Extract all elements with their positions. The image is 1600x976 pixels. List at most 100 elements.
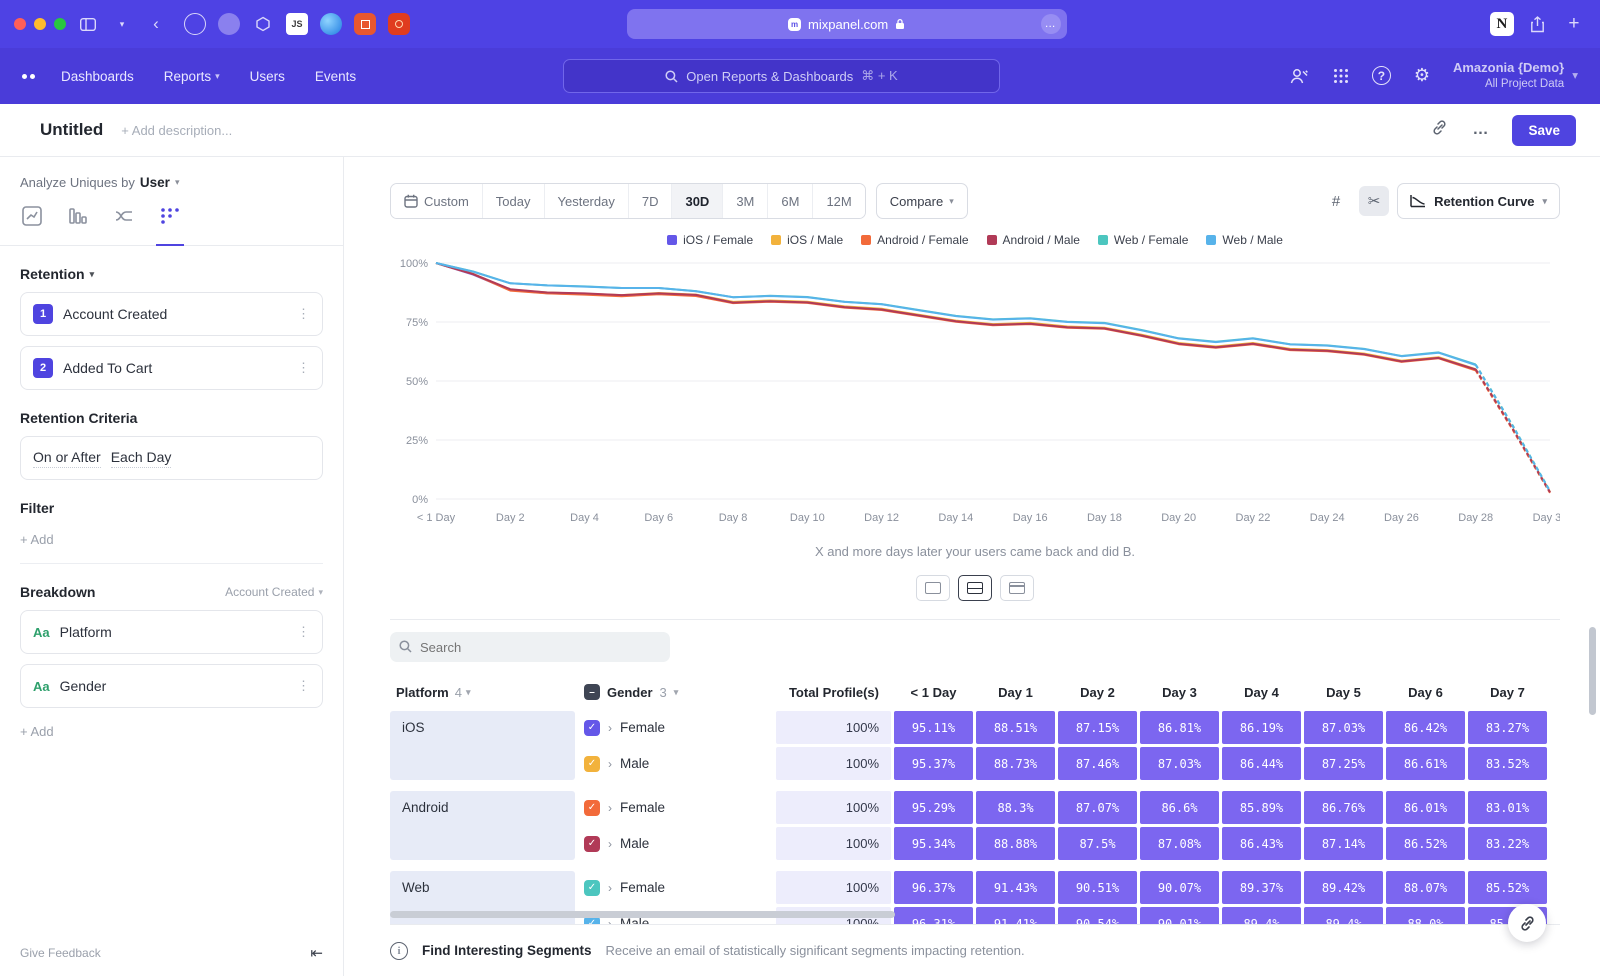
date-range-7d[interactable]: 7D xyxy=(628,184,672,218)
compare-button[interactable]: Compare ▾ xyxy=(876,183,968,219)
horizontal-scrollbar[interactable] xyxy=(390,911,895,918)
retention-value-cell[interactable]: 83.01% xyxy=(1468,791,1547,824)
retention-value-cell[interactable]: 86.76% xyxy=(1304,791,1383,824)
gender-cell[interactable]: ✓›Male xyxy=(578,827,773,860)
legend-item[interactable]: iOS / Female xyxy=(667,233,753,247)
chart-type-dropdown[interactable]: Retention Curve ▾ xyxy=(1397,183,1560,219)
retention-value-cell[interactable]: 90.01% xyxy=(1140,907,1219,924)
more-options-icon[interactable]: … xyxy=(1470,121,1492,139)
hash-icon-button[interactable]: # xyxy=(1321,186,1351,216)
select-all-checkbox[interactable]: – xyxy=(584,684,600,700)
legend-item[interactable]: Android / Female xyxy=(861,233,968,247)
project-switcher[interactable]: Amazonia {Demo} All Project Data ▾ xyxy=(1453,60,1578,92)
retention-value-cell[interactable]: 83.52% xyxy=(1468,747,1547,780)
row-checkbox[interactable]: ✓ xyxy=(584,836,600,852)
contacts-icon[interactable] xyxy=(1288,65,1310,87)
split-view-toggle[interactable] xyxy=(958,575,992,601)
retention-criteria-card[interactable]: On or After Each Day xyxy=(20,436,323,480)
settings-gear-icon[interactable]: ⚙ xyxy=(1411,65,1433,87)
criteria-each-day-dropdown[interactable]: Each Day xyxy=(111,449,172,468)
platform-cell[interactable]: iOS xyxy=(390,711,575,780)
retention-value-cell[interactable]: 87.07% xyxy=(1058,791,1137,824)
retention-value-cell[interactable]: 89.4% xyxy=(1222,907,1301,924)
collapse-sidebar-icon[interactable]: ⇤ xyxy=(310,944,323,962)
share-icon[interactable] xyxy=(1526,12,1550,36)
retention-value-cell[interactable]: 87.03% xyxy=(1140,747,1219,780)
gender-cell[interactable]: ✓›Female xyxy=(578,711,773,744)
browser-sidebar-icon[interactable] xyxy=(76,12,100,36)
retention-value-cell[interactable]: 89.4% xyxy=(1304,907,1383,924)
retention-value-cell[interactable]: 87.5% xyxy=(1058,827,1137,860)
apps-grid-icon[interactable] xyxy=(1330,65,1352,87)
retention-value-cell[interactable]: 86.44% xyxy=(1222,747,1301,780)
vertical-scrollbar[interactable] xyxy=(1589,627,1596,715)
retention-value-cell[interactable]: 90.54% xyxy=(1058,907,1137,924)
retention-value-cell[interactable]: 83.22% xyxy=(1468,827,1547,860)
scissors-icon-button[interactable]: ✂ xyxy=(1359,186,1389,216)
address-bar-more-icon[interactable]: … xyxy=(1041,14,1061,34)
breakdown-gender[interactable]: Aa Gender ⋮ xyxy=(20,664,323,708)
retention-value-cell[interactable]: 87.25% xyxy=(1304,747,1383,780)
retention-value-cell[interactable]: 88.88% xyxy=(976,827,1055,860)
retention-value-cell[interactable]: 95.29% xyxy=(894,791,973,824)
retention-value-cell[interactable]: 88.0% xyxy=(1386,907,1465,924)
platform-cell[interactable]: Android xyxy=(390,791,575,860)
expand-chevron-icon[interactable]: › xyxy=(608,881,612,895)
nav-item-dashboards[interactable]: Dashboards xyxy=(61,69,134,84)
retention-value-cell[interactable]: 85.89% xyxy=(1222,791,1301,824)
retention-value-cell[interactable]: 87.15% xyxy=(1058,711,1137,744)
chart-only-toggle[interactable] xyxy=(916,575,950,601)
row-checkbox[interactable]: ✓ xyxy=(584,720,600,736)
date-range-today[interactable]: Today xyxy=(482,184,544,218)
tab-insights[interactable] xyxy=(22,206,42,233)
tab-flows[interactable] xyxy=(114,206,134,233)
gender-column-header[interactable]: – Gender 3 ▾ xyxy=(578,676,773,708)
retention-value-cell[interactable]: 83.27% xyxy=(1468,711,1547,744)
expand-chevron-icon[interactable]: › xyxy=(608,801,612,815)
kebab-menu-icon[interactable]: ⋮ xyxy=(297,360,310,376)
kebab-menu-icon[interactable]: ⋮ xyxy=(297,624,310,640)
date-range-30d[interactable]: 30D xyxy=(671,184,722,218)
save-button[interactable]: Save xyxy=(1512,115,1576,146)
globe-favicon[interactable] xyxy=(320,13,342,35)
add-description-button[interactable]: + Add description... xyxy=(121,123,232,138)
zoom-window-button[interactable] xyxy=(54,18,66,30)
breakdown-context-dropdown[interactable]: Account Created ▾ xyxy=(225,585,323,599)
retention-value-cell[interactable]: 87.03% xyxy=(1304,711,1383,744)
gender-cell[interactable]: ✓›Male xyxy=(578,747,773,780)
retention-value-cell[interactable]: 86.01% xyxy=(1386,791,1465,824)
criteria-on-or-after-dropdown[interactable]: On or After xyxy=(33,449,101,468)
legend-item[interactable]: Android / Male xyxy=(987,233,1080,247)
retention-value-cell[interactable]: 96.37% xyxy=(894,871,973,904)
retention-value-cell[interactable]: 86.19% xyxy=(1222,711,1301,744)
kebab-menu-icon[interactable]: ⋮ xyxy=(297,678,310,694)
retention-step-1[interactable]: 1 Account Created ⋮ xyxy=(20,292,323,336)
retention-value-cell[interactable]: 88.51% xyxy=(976,711,1055,744)
find-segments-title[interactable]: Find Interesting Segments xyxy=(422,943,592,958)
legend-item[interactable]: iOS / Male xyxy=(771,233,843,247)
analyze-entity-dropdown[interactable]: User xyxy=(140,175,170,190)
row-checkbox[interactable]: ✓ xyxy=(584,880,600,896)
back-button[interactable]: ‹ xyxy=(144,12,168,36)
nav-item-users[interactable]: Users xyxy=(250,69,285,84)
gender-cell[interactable]: ✓›Female xyxy=(578,871,773,904)
close-window-button[interactable] xyxy=(14,18,26,30)
retention-value-cell[interactable]: 95.11% xyxy=(894,711,973,744)
mixpanel-logo[interactable] xyxy=(22,74,35,79)
add-breakdown-button[interactable]: + Add xyxy=(20,724,323,755)
retention-section-label[interactable]: Retention xyxy=(20,266,85,282)
date-range-12m[interactable]: 12M xyxy=(812,184,864,218)
give-feedback-link[interactable]: Give Feedback xyxy=(20,946,101,960)
platform-column-header[interactable]: Platform 4 ▾ xyxy=(390,676,575,708)
retention-value-cell[interactable]: 87.14% xyxy=(1304,827,1383,860)
add-filter-button[interactable]: + Add xyxy=(20,532,323,564)
retention-value-cell[interactable]: 88.73% xyxy=(976,747,1055,780)
retention-value-cell[interactable]: 89.42% xyxy=(1304,871,1383,904)
tab-retention[interactable] xyxy=(160,206,180,233)
legend-item[interactable]: Web / Male xyxy=(1206,233,1282,247)
retention-value-cell[interactable]: 87.08% xyxy=(1140,827,1219,860)
table-search-input[interactable] xyxy=(390,632,670,662)
retention-value-cell[interactable]: 88.3% xyxy=(976,791,1055,824)
global-search-button[interactable]: Open Reports & Dashboards ⌘ + K xyxy=(563,59,1000,93)
expand-chevron-icon[interactable]: › xyxy=(608,837,612,851)
